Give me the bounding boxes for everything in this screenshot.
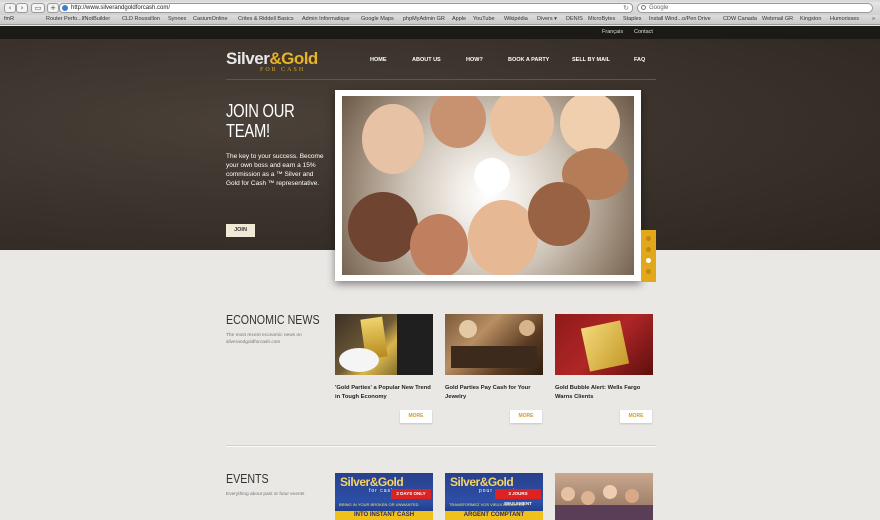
- news-title-3[interactable]: Gold Bubble Alert: Wells Fargo Warns Cli…: [555, 384, 655, 402]
- browser-toolbar: ‹ › ▭ + http://www.silverandgoldforcash.…: [0, 2, 880, 15]
- bookmark-item[interactable]: CasiumOnline: [193, 16, 228, 22]
- news-image-2[interactable]: [445, 314, 543, 375]
- event-banner-logo: Silver&Gold: [450, 475, 514, 489]
- bookmark-item[interactable]: Router Perfo...lfNotBuilder: [46, 16, 110, 22]
- search-input[interactable]: Google: [637, 3, 873, 13]
- bookmark-item[interactable]: MicroBytes: [588, 16, 615, 22]
- language-link[interactable]: Français: [602, 29, 623, 35]
- contact-link[interactable]: Contact: [634, 29, 653, 35]
- logo-wordmark: Silver&Gold: [226, 49, 318, 68]
- add-tab-icon[interactable]: +: [47, 3, 59, 13]
- events-subtitle: Everything about past or futur events: [226, 492, 305, 497]
- bookmark-item[interactable]: Google Maps: [361, 16, 394, 22]
- search-icon: [641, 5, 646, 10]
- bookmark-item[interactable]: Install Wind...o/Pen Drive: [649, 16, 711, 22]
- bookmark-item[interactable]: Kingston: [800, 16, 821, 22]
- bookmark-item[interactable]: phpMyAdmin GR: [403, 16, 445, 22]
- bookmarks-bar: fmR Router Perfo...lfNotBuilder CLD Rous…: [0, 15, 880, 25]
- chevron-right-icon[interactable]: ›: [16, 3, 28, 13]
- section-divider: [226, 445, 656, 446]
- bookmark-item[interactable]: Webmail GR: [762, 16, 793, 22]
- economic-news-title: ECONOMIC NEWS: [226, 312, 320, 327]
- nav-sell-by-mail[interactable]: SELL BY MAIL: [572, 57, 610, 63]
- team-photo: [342, 96, 634, 275]
- slider-dot-2[interactable]: [646, 247, 651, 252]
- event-banner-bottom: INTO INSTANT CASH: [335, 511, 433, 520]
- bookmark-item[interactable]: Synnex: [168, 16, 186, 22]
- site-logo[interactable]: Silver&Gold FOR CASH: [226, 49, 344, 77]
- join-button[interactable]: JOIN: [226, 224, 255, 237]
- news-title-2[interactable]: Gold Parties Pay Cash for Your Jewelry: [445, 384, 545, 402]
- bookmark-item[interactable]: Staples: [623, 16, 641, 22]
- economic-news-subtitle: The most recent economic news on silvera…: [226, 333, 302, 345]
- more-button-2[interactable]: MORE: [510, 410, 542, 423]
- event-banner-line: BRING IN YOUR BROKEN OR UNWANTED: [339, 502, 419, 507]
- nav-divider: [226, 79, 656, 80]
- url-text: http://www.silverandgoldforcash.com/: [71, 5, 171, 11]
- hero-slider[interactable]: [335, 90, 641, 281]
- bookmarks-overflow-icon[interactable]: »: [872, 16, 875, 22]
- slider-dot-4[interactable]: [646, 269, 651, 274]
- news-title-1[interactable]: 'Gold Parties' a Popular New Trend in To…: [335, 384, 435, 402]
- event-banner-1[interactable]: Silver&Gold for cash 2 DAYS ONLY BRING I…: [335, 473, 433, 520]
- bookmark-item[interactable]: Admin Informatique: [302, 16, 350, 22]
- more-button-3[interactable]: MORE: [620, 410, 652, 423]
- site-topbar: Français Contact: [0, 26, 880, 39]
- nav-about-us[interactable]: ABOUT US: [412, 57, 441, 63]
- bookmark-item[interactable]: CDW Canada: [723, 16, 757, 22]
- events-title: EVENTS: [226, 471, 269, 486]
- url-bar[interactable]: http://www.silverandgoldforcash.com/ ↻: [59, 3, 633, 13]
- nav-book-a-party[interactable]: BOOK A PARTY: [508, 57, 549, 63]
- event-banner-logo: Silver&Gold: [340, 475, 404, 489]
- bookmark-item[interactable]: fmR: [4, 16, 14, 22]
- event-banner-bottom: ARGENT COMPTANT: [445, 511, 543, 520]
- news-image-3[interactable]: [555, 314, 653, 375]
- slider-pagination: [641, 230, 656, 282]
- nav-how[interactable]: HOW?: [466, 57, 483, 63]
- slider-dot-1[interactable]: [646, 236, 651, 241]
- event-banner-line: TRANSFORMEZ VOS VIEUX BIJOUX EN: [449, 502, 525, 507]
- hero-title: JOIN OUR TEAM!: [226, 101, 295, 141]
- event-photo-3[interactable]: [555, 473, 653, 520]
- event-banner-badge: 2 DAYS ONLY: [391, 489, 431, 499]
- hero-text: The key to your success. Become your own…: [226, 153, 324, 187]
- bookmark-item[interactable]: DENIS: [566, 16, 583, 22]
- nav-faq[interactable]: FAQ: [634, 57, 645, 63]
- nav-home[interactable]: HOME: [370, 57, 387, 63]
- reload-icon[interactable]: ↻: [623, 4, 629, 12]
- bookmark-item[interactable]: Humorisses: [830, 16, 859, 22]
- bookmark-item[interactable]: Crites & Riddell Basics: [238, 16, 294, 22]
- bookmark-item[interactable]: Apple: [452, 16, 466, 22]
- share-icon[interactable]: ▭: [31, 3, 45, 13]
- more-button-1[interactable]: MORE: [400, 410, 432, 423]
- slider-dot-3[interactable]: [646, 258, 651, 263]
- globe-icon: [62, 5, 68, 11]
- bookmark-item[interactable]: Wikipédia: [504, 16, 528, 22]
- bookmark-item[interactable]: Divers ▾: [537, 16, 557, 22]
- chevron-left-icon[interactable]: ‹: [4, 3, 16, 13]
- search-placeholder: Google: [649, 5, 669, 11]
- bookmark-item[interactable]: CLD Roussillon: [122, 16, 160, 22]
- bookmark-item[interactable]: YouTube: [473, 16, 495, 22]
- event-banner-2[interactable]: Silver&Gold pour argent 3 JOURS SEULEMEN…: [445, 473, 543, 520]
- event-banner-badge: 3 JOURS SEULEMENT: [495, 489, 541, 506]
- news-image-1[interactable]: [335, 314, 433, 375]
- logo-tagline: FOR CASH: [260, 67, 306, 73]
